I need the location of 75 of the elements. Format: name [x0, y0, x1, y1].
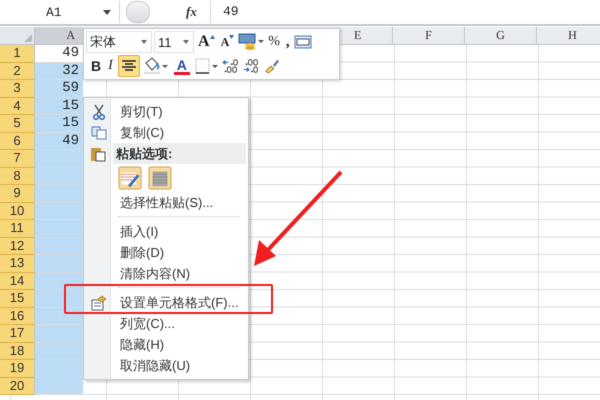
format-cells-icon — [91, 294, 107, 310]
triangle-icon — [24, 34, 32, 42]
column-header[interactable]: E — [340, 27, 393, 44]
row-header[interactable]: 18 — [0, 342, 35, 360]
row-header[interactable]: 6 — [0, 132, 35, 150]
caret-icon[interactable] — [103, 10, 111, 14]
font-size-field[interactable]: 11 — [154, 31, 194, 53]
row-header[interactable]: 4 — [0, 98, 35, 115]
row-header[interactable]: 12 — [0, 238, 35, 255]
paste-values-icon[interactable] — [148, 166, 172, 190]
paste-formatting-icon[interactable] — [118, 166, 142, 190]
table-cell: 15 — [35, 98, 83, 115]
menu-item[interactable]: 剪切(T) — [86, 101, 246, 122]
table-cell: 32 — [35, 62, 83, 80]
formula-field[interactable]: 49 — [210, 1, 600, 23]
align-center-icon — [122, 60, 136, 72]
menu-item[interactable]: 删除(D) — [86, 242, 246, 263]
table-cell: 59 — [35, 80, 83, 98]
menu-item[interactable]: 取消隐藏(U) — [86, 355, 246, 376]
splitter-handle[interactable] — [126, 1, 150, 23]
percent-button[interactable]: % — [266, 31, 282, 53]
grow-font-button[interactable]: A — [196, 31, 217, 53]
table-cell: 49 — [35, 132, 83, 150]
row-header[interactable]: 5 — [0, 115, 35, 132]
coins-icon[interactable] — [238, 33, 264, 51]
insert-function-button[interactable]: fx — [186, 4, 210, 20]
copy-icon — [91, 126, 107, 140]
row-header[interactable]: 19 — [0, 360, 35, 378]
column-header[interactable]: F — [393, 27, 465, 44]
scissors-icon — [91, 104, 107, 120]
row-header[interactable]: 17 — [0, 325, 35, 342]
row-header[interactable]: 15 — [0, 290, 35, 308]
triangle-icon — [210, 35, 215, 39]
menu-item[interactable]: 复制(C) — [86, 122, 246, 143]
clipboard-icon — [90, 146, 106, 162]
shrink-font-button[interactable]: A — [218, 31, 236, 53]
table-cell: 49 — [35, 45, 83, 62]
increase-decimal-icon[interactable] — [222, 57, 240, 75]
font-name-field[interactable]: 宋体 — [86, 31, 152, 53]
menu-item[interactable]: 隐藏(H) — [86, 334, 246, 355]
column-header[interactable]: G — [465, 27, 537, 44]
border-icon[interactable] — [194, 58, 219, 74]
column-header[interactable]: H — [537, 27, 600, 44]
fill-bucket-icon[interactable] — [142, 57, 169, 75]
table-cell: 15 — [35, 115, 83, 132]
menu-section-header: 粘贴选项: — [116, 144, 172, 162]
row-header[interactable]: 11 — [0, 220, 35, 238]
column-header[interactable]: A — [35, 27, 83, 44]
row-header[interactable]: 20 — [0, 378, 35, 395]
row-header[interactable]: 16 — [0, 308, 35, 325]
name-box[interactable]: A1 — [0, 1, 120, 23]
italic-button[interactable]: I — [106, 55, 115, 77]
row-header[interactable]: 10 — [0, 202, 35, 220]
row-header[interactable]: 1 — [0, 45, 35, 62]
row-header[interactable]: 8 — [0, 168, 35, 185]
bold-button[interactable]: B — [89, 55, 104, 77]
caret-icon[interactable] — [183, 40, 189, 44]
center-align-button[interactable] — [118, 55, 140, 77]
row-header[interactable]: 2 — [0, 62, 35, 80]
caret-icon[interactable] — [141, 40, 147, 44]
merge-center-icon[interactable] — [294, 35, 312, 49]
menu-item[interactable]: 清除内容(N) — [86, 263, 246, 284]
menu-item[interactable]: 列宽(C)... — [86, 313, 246, 334]
row-header[interactable]: 7 — [0, 150, 35, 168]
menu-item[interactable]: 选择性粘贴(S)... — [86, 192, 246, 213]
row-header[interactable]: 3 — [0, 80, 35, 98]
row-header[interactable]: 13 — [0, 255, 35, 272]
paintbrush-icon[interactable] — [264, 58, 280, 74]
comma-button[interactable]: , — [284, 31, 292, 53]
font-color-button[interactable]: A — [172, 55, 192, 77]
row-header[interactable]: 14 — [0, 272, 35, 290]
decrease-decimal-icon[interactable] — [242, 57, 261, 75]
triangle-icon — [229, 35, 234, 39]
menu-item[interactable]: 插入(I) — [86, 221, 246, 242]
row-header[interactable]: 9 — [0, 185, 35, 202]
